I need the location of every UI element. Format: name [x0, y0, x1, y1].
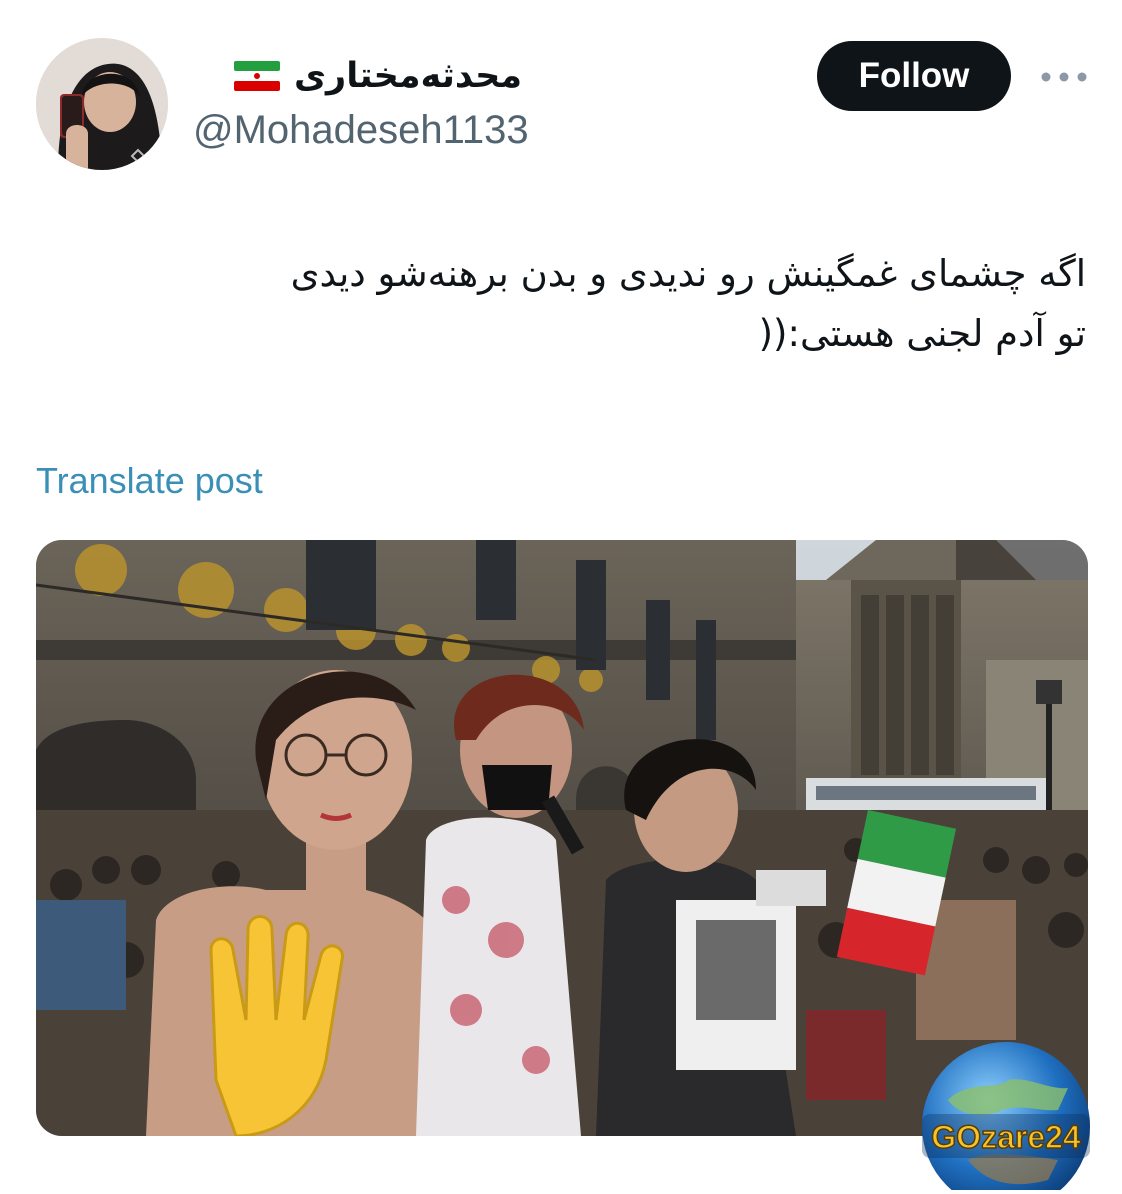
iran-flag-icon — [233, 61, 280, 91]
user-handle[interactable]: @Mohadeseh1133 — [193, 108, 529, 153]
gozare24-watermark-logo: GOzare24 — [908, 1040, 1104, 1194]
follow-button[interactable]: Follow — [817, 41, 1011, 111]
avatar-image — [36, 38, 168, 170]
watermark-text: GOzare24 — [931, 1119, 1081, 1155]
translate-post-link[interactable]: Translate post — [36, 460, 263, 502]
more-horizontal-icon — [1041, 72, 1087, 82]
author-name-row[interactable]: محدثه‌مختاری — [233, 52, 522, 100]
more-options-button[interactable] — [1036, 62, 1092, 92]
avatar[interactable] — [36, 38, 168, 170]
post-text: اگه چشمای غمگینش رو ندیدی و بدن برهنه‌شو… — [290, 252, 1086, 355]
display-name[interactable]: محدثه‌مختاری — [294, 56, 522, 96]
